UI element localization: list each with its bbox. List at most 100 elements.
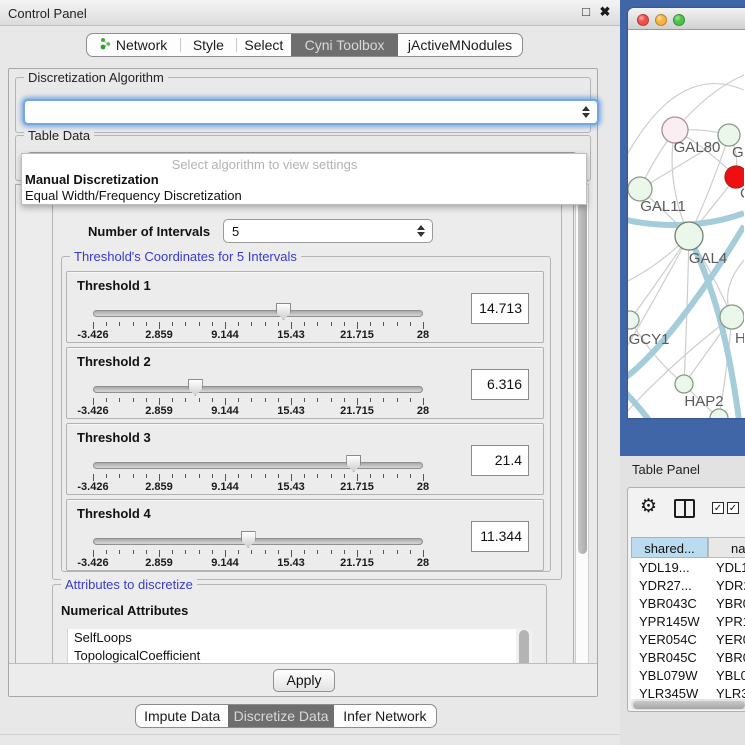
gear-icon[interactable]: ⚙ [640, 495, 657, 518]
tick-mark [146, 322, 147, 326]
table-cell[interactable]: YBL079W [708, 666, 745, 684]
tick-mark [159, 322, 160, 329]
table-cell[interactable]: YDR27... [631, 576, 708, 594]
tab-label: Cyni Toolbox [305, 37, 385, 53]
tab-impute-data[interactable]: Impute Data [136, 705, 228, 727]
close-light[interactable] [637, 14, 649, 26]
threshold-value-field[interactable]: 14.713 [471, 293, 529, 324]
table-cell[interactable]: YBL079W [631, 666, 708, 684]
tick-mark [199, 398, 200, 402]
algorithm-combobox[interactable] [23, 99, 599, 125]
threshold-value-field[interactable]: 21.4 [471, 445, 529, 476]
table-cell[interactable]: YPR145W [708, 612, 745, 630]
table-cell[interactable]: YDR27... [708, 576, 745, 594]
slider-thumb[interactable] [188, 379, 203, 396]
table-row[interactable]: YDL19...YDL19... [631, 558, 745, 576]
popup-option[interactable]: Manual Discretization [25, 172, 159, 187]
table-row[interactable]: YBL079WYBL079W [631, 666, 745, 684]
tick-mark [383, 550, 384, 554]
tick-mark [146, 398, 147, 402]
table-horizontal-scrollbar[interactable] [631, 699, 745, 710]
tick-mark [185, 550, 186, 554]
slider-track[interactable] [93, 538, 423, 545]
tab-cyni-toolbox[interactable]: Cyni Toolbox [291, 34, 398, 56]
checkbox-checked-icon[interactable]: ✓ [712, 502, 724, 514]
network-node-h[interactable] [720, 305, 744, 329]
table-cell[interactable]: YBR043C [708, 594, 745, 612]
tick-mark [423, 474, 424, 481]
network-icon [100, 37, 111, 53]
column-header-name[interactable]: name [708, 537, 745, 558]
attribute-list-item[interactable]: TopologicalCoefficient [68, 647, 516, 664]
tick-mark [251, 474, 252, 478]
main-scrollbar[interactable] [575, 184, 589, 664]
table-row[interactable]: YDR27...YDR27... [631, 576, 745, 594]
threshold-value-field[interactable]: 6.316 [471, 369, 529, 400]
slider-track[interactable] [93, 386, 423, 393]
minimize-light[interactable] [655, 14, 667, 26]
tick-mark [410, 322, 411, 326]
tick-mark [185, 322, 186, 326]
column-header-shared-name[interactable]: shared... [631, 537, 708, 558]
tick-label: 15.43 [277, 329, 305, 341]
attribute-list-item[interactable]: SelfLoops [68, 629, 516, 647]
table-cell[interactable]: YLR345W [631, 684, 708, 699]
tick-mark [410, 398, 411, 402]
table-cell[interactable]: YPR145W [631, 612, 708, 630]
table-cell[interactable]: YBR043C [631, 594, 708, 612]
slider-thumb[interactable] [241, 531, 256, 548]
close-icon[interactable]: ✖ [597, 4, 613, 20]
slider-thumb[interactable] [346, 455, 361, 472]
popup-hint: Select algorithm to view settings [22, 157, 507, 172]
apply-button[interactable]: Apply [273, 669, 335, 692]
table-cell[interactable]: YBR045C [708, 648, 745, 666]
network-canvas[interactable]: GAL80GACGAL11GAL4GCY1HHAP2 [628, 30, 744, 418]
zoom-light[interactable] [673, 14, 685, 26]
slider-track[interactable] [93, 310, 423, 317]
table-cell[interactable]: YDL19... [708, 558, 745, 576]
table-row[interactable]: YBR045CYBR045C [631, 648, 745, 666]
threshold-value-field[interactable]: 11.344 [471, 521, 529, 552]
tab-select[interactable]: Select [237, 34, 292, 56]
number-of-intervals-combobox[interactable]: 5 [223, 219, 433, 243]
slider-track[interactable] [93, 462, 423, 469]
tick-mark [212, 550, 213, 554]
network-node-gal4[interactable] [675, 222, 703, 250]
table-row[interactable]: YBR043CYBR043C [631, 594, 745, 612]
node-label: GA [732, 144, 744, 161]
tab-style[interactable]: Style [181, 34, 236, 56]
tick-mark [331, 550, 332, 554]
float-window-icon[interactable]: □ [578, 4, 594, 20]
tick-mark [383, 398, 384, 402]
table-cell[interactable]: YER054C [631, 630, 708, 648]
table-row[interactable]: YER054CYER054C [631, 630, 745, 648]
table-cell[interactable]: YER054C [708, 630, 745, 648]
tab-jactivemnodules[interactable]: jActiveMNodules [398, 34, 522, 56]
network-node-gcy1[interactable] [628, 311, 639, 329]
network-node-ga[interactable] [718, 124, 740, 146]
tick-mark [225, 322, 226, 329]
slider-thumb[interactable] [276, 303, 291, 320]
table-row[interactable]: YLR345WYLR345W [631, 684, 745, 699]
network-node-hap2[interactable] [675, 375, 693, 393]
tick-mark [317, 398, 318, 402]
popup-option[interactable]: Equal Width/Frequency Discretization [25, 188, 242, 203]
tick-label: 9.144 [211, 481, 239, 493]
tab-network[interactable]: Network [87, 34, 180, 56]
tick-label: 28 [417, 481, 429, 493]
network-node[interactable] [710, 409, 728, 418]
tick-mark [397, 550, 398, 554]
tab-discretize-data[interactable]: Discretize Data [228, 705, 333, 727]
threshold-panel-2: Threshold 2-3.4262.8599.14415.4321.71528… [66, 347, 544, 419]
tick-mark [159, 550, 160, 557]
group-label: Attributes to discretize [61, 577, 197, 592]
table-cell[interactable]: YBR045C [631, 648, 708, 666]
attributes-scrollbar[interactable] [516, 629, 532, 664]
table-cell[interactable]: YLR345W [708, 684, 745, 699]
table-row[interactable]: YPR145WYPR145W [631, 612, 745, 630]
tick-mark [370, 550, 371, 554]
tab-infer-network[interactable]: Infer Network [334, 705, 436, 727]
checkbox-checked-icon[interactable]: ✓ [727, 502, 739, 514]
table-cell[interactable]: YDL19... [631, 558, 708, 576]
split-table-icon[interactable] [674, 499, 695, 518]
